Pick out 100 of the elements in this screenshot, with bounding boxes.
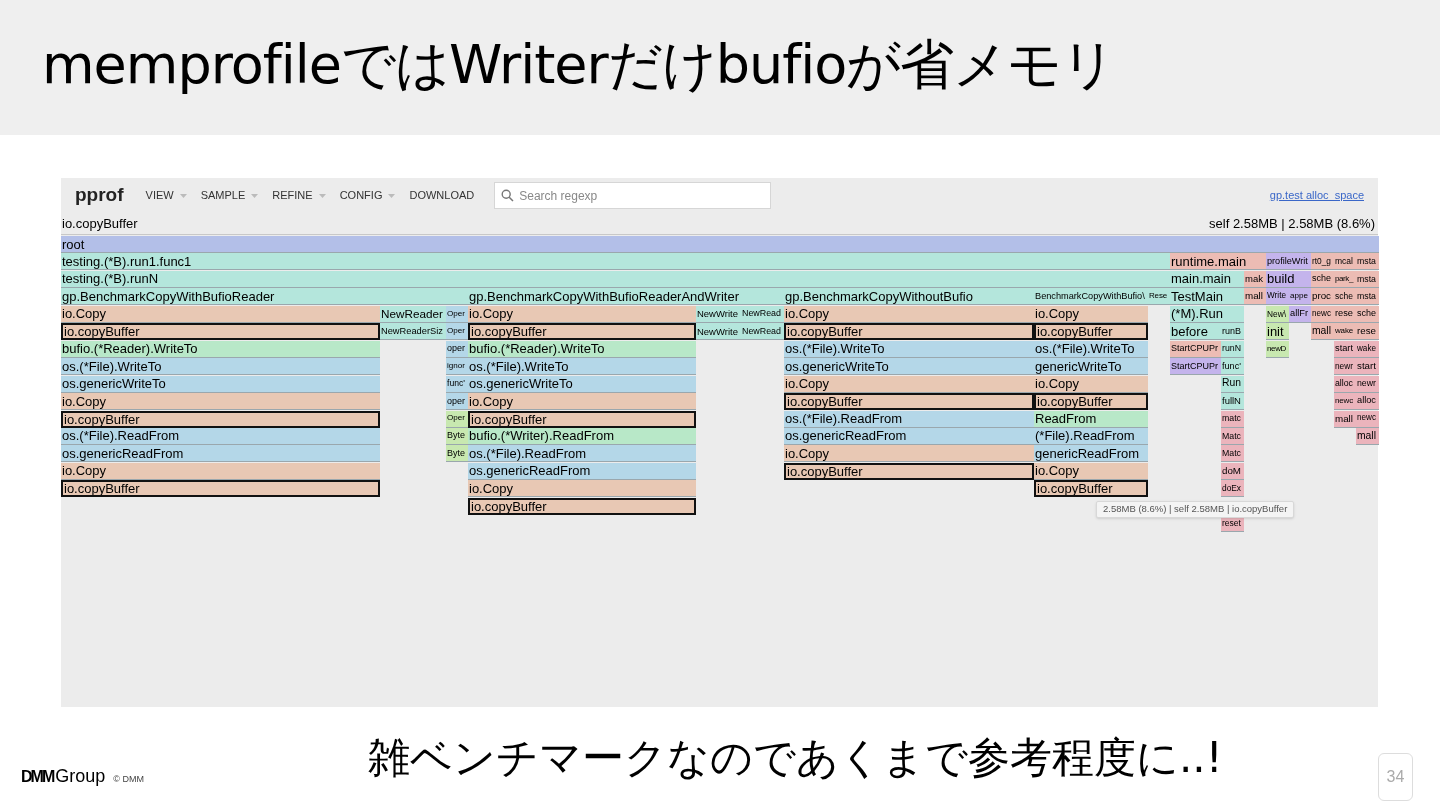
- flame-frame[interactable]: Matc: [1221, 445, 1244, 463]
- flame-frame[interactable]: mak: [1244, 270, 1266, 288]
- flame-frame[interactable]: init: [1266, 323, 1289, 341]
- flame-frame[interactable]: sche: [1356, 305, 1379, 323]
- flame-frame[interactable]: testing.(*B).runN: [61, 270, 1170, 288]
- flame-frame[interactable]: sche: [1334, 288, 1356, 306]
- flame-frame[interactable]: Oper: [446, 305, 468, 323]
- flame-frame[interactable]: os.genericWriteTo: [61, 375, 380, 393]
- flame-frame[interactable]: start: [1334, 340, 1356, 358]
- menu-button[interactable]: DOWNLOAD: [409, 187, 475, 204]
- flame-frame[interactable]: io.copyBuffer: [784, 462, 1034, 480]
- flame-frame[interactable]: bufio.(*Reader).WriteTo: [468, 340, 696, 358]
- flame-frame[interactable]: build: [1266, 270, 1311, 288]
- flame-frame[interactable]: os.(*File).WriteTo: [61, 358, 380, 376]
- flame-frame[interactable]: io.Copy: [1034, 305, 1148, 323]
- flame-frame[interactable]: rt0_g: [1311, 253, 1334, 271]
- flame-frame[interactable]: os.(*File).WriteTo: [468, 358, 696, 376]
- flame-frame[interactable]: mall: [1334, 410, 1356, 428]
- flame-frame[interactable]: allFr: [1289, 305, 1311, 323]
- flame-frame[interactable]: newc: [1334, 393, 1356, 411]
- menu-button[interactable]: VIEW: [145, 187, 187, 204]
- flame-frame[interactable]: io.copyBuffer: [784, 393, 1034, 411]
- flame-frame[interactable]: park_: [1334, 270, 1356, 288]
- flame-frame[interactable]: io.copyBuffer: [468, 323, 696, 341]
- flame-frame[interactable]: Run: [1221, 375, 1244, 393]
- flame-frame[interactable]: newr: [1334, 358, 1356, 376]
- flame-frame[interactable]: io.Copy: [61, 462, 380, 480]
- flame-frame[interactable]: start: [1356, 358, 1379, 376]
- flame-frame[interactable]: NewWrite: [696, 323, 741, 341]
- flame-frame[interactable]: wake: [1334, 323, 1356, 341]
- flame-frame[interactable]: io.Copy: [468, 393, 696, 411]
- flame-frame[interactable]: newD: [1266, 340, 1289, 358]
- flame-frame[interactable]: TestMain: [1170, 288, 1244, 306]
- flame-frame[interactable]: doM: [1221, 462, 1244, 480]
- menu-button[interactable]: SAMPLE: [200, 187, 259, 204]
- flame-frame[interactable]: wake: [1356, 340, 1379, 358]
- flame-frame[interactable]: io.Copy: [468, 480, 696, 498]
- flame-frame[interactable]: runN: [1221, 340, 1244, 358]
- menu-button[interactable]: REFINE: [272, 187, 326, 204]
- flame-frame[interactable]: ReadFrom: [1034, 410, 1148, 428]
- flame-frame[interactable]: io.Copy: [784, 375, 1034, 393]
- flame-frame[interactable]: NewRead: [741, 305, 784, 323]
- flame-frame[interactable]: StartCPUPr: [1170, 358, 1221, 376]
- flame-frame[interactable]: io.copyBuffer: [468, 410, 696, 428]
- flame-frame[interactable]: os.(*File).ReadFrom: [468, 445, 696, 463]
- flame-frame[interactable]: gp.BenchmarkCopyWithoutBufio: [784, 288, 1034, 306]
- flame-frame[interactable]: alloc: [1334, 375, 1356, 393]
- search-field[interactable]: Search regexp: [494, 182, 772, 209]
- flame-frame[interactable]: io.copyBuffer: [61, 323, 380, 341]
- flame-frame[interactable]: Oper: [446, 323, 468, 341]
- flame-frame[interactable]: io.Copy: [61, 305, 380, 323]
- flame-frame[interactable]: matc: [1221, 410, 1244, 428]
- flame-frame[interactable]: io.Copy: [1034, 462, 1148, 480]
- flame-frame[interactable]: Rese: [1148, 288, 1170, 306]
- flame-frame[interactable]: BenchmarkCopyWithBufio\: [1034, 288, 1148, 306]
- flame-frame[interactable]: func': [1221, 358, 1244, 376]
- flame-frame[interactable]: fullN: [1221, 393, 1244, 411]
- flame-frame[interactable]: io.Copy: [784, 445, 1034, 463]
- flame-frame[interactable]: newc: [1356, 410, 1379, 428]
- flame-frame[interactable]: os.(*File).ReadFrom: [784, 410, 1034, 428]
- flame-frame[interactable]: gp.BenchmarkCopyWithBufioReaderAndWriter: [468, 288, 784, 306]
- flame-frame[interactable]: io.copyBuffer: [61, 410, 380, 428]
- flame-frame[interactable]: mcal: [1334, 253, 1356, 271]
- flame-frame[interactable]: msta: [1356, 253, 1379, 271]
- flame-frame[interactable]: NewReader: [380, 305, 446, 323]
- flame-frame[interactable]: func': [446, 375, 468, 393]
- flame-frame[interactable]: Oper: [446, 410, 468, 428]
- flame-frame[interactable]: oper: [446, 340, 468, 358]
- flame-frame[interactable]: rese: [1356, 323, 1379, 341]
- flame-frame[interactable]: os.genericReadFrom: [468, 462, 696, 480]
- flame-frame[interactable]: proc: [1311, 288, 1334, 306]
- flame-frame[interactable]: NewReaderSiz: [380, 323, 446, 341]
- flame-frame[interactable]: sche: [1311, 270, 1334, 288]
- flame-frame[interactable]: appe: [1289, 288, 1311, 306]
- flame-frame[interactable]: runtime.main: [1170, 253, 1266, 271]
- flame-frame[interactable]: before: [1170, 323, 1221, 341]
- flame-frame[interactable]: os.genericReadFrom: [61, 445, 380, 463]
- flame-frame[interactable]: profileWrit: [1266, 253, 1311, 271]
- flame-frame[interactable]: io.copyBuffer: [61, 480, 380, 498]
- flame-frame[interactable]: io.copyBuffer: [784, 323, 1034, 341]
- flame-frame[interactable]: NewRead: [741, 323, 784, 341]
- flame-frame[interactable]: io.Copy: [468, 305, 696, 323]
- flame-frame[interactable]: New\: [1266, 305, 1289, 323]
- flame-frame[interactable]: StartCPUPr: [1170, 340, 1221, 358]
- flame-frame[interactable]: gp.BenchmarkCopyWithBufioReader: [61, 288, 468, 306]
- flame-frame[interactable]: io.copyBuffer: [1034, 480, 1148, 498]
- flame-frame[interactable]: main.main: [1170, 270, 1244, 288]
- flame-frame[interactable]: mall: [1244, 288, 1266, 306]
- flame-frame[interactable]: msta: [1356, 288, 1379, 306]
- flame-frame[interactable]: genericReadFrom: [1034, 445, 1148, 463]
- profile-link[interactable]: gp.test alloc_space: [1269, 187, 1364, 204]
- flame-frame[interactable]: io.Copy: [1034, 375, 1148, 393]
- flame-frame[interactable]: os.(*File).WriteTo: [1034, 340, 1148, 358]
- flame-frame[interactable]: genericWriteTo: [1034, 358, 1148, 376]
- flame-frame[interactable]: io.Copy: [784, 305, 1034, 323]
- flame-frame[interactable]: os.genericWriteTo: [784, 358, 1034, 376]
- flame-frame[interactable]: os.genericWriteTo: [468, 375, 696, 393]
- flame-frame[interactable]: newr: [1356, 375, 1379, 393]
- flame-frame[interactable]: Byte: [446, 445, 468, 463]
- flame-frame[interactable]: NewWrite: [696, 305, 741, 323]
